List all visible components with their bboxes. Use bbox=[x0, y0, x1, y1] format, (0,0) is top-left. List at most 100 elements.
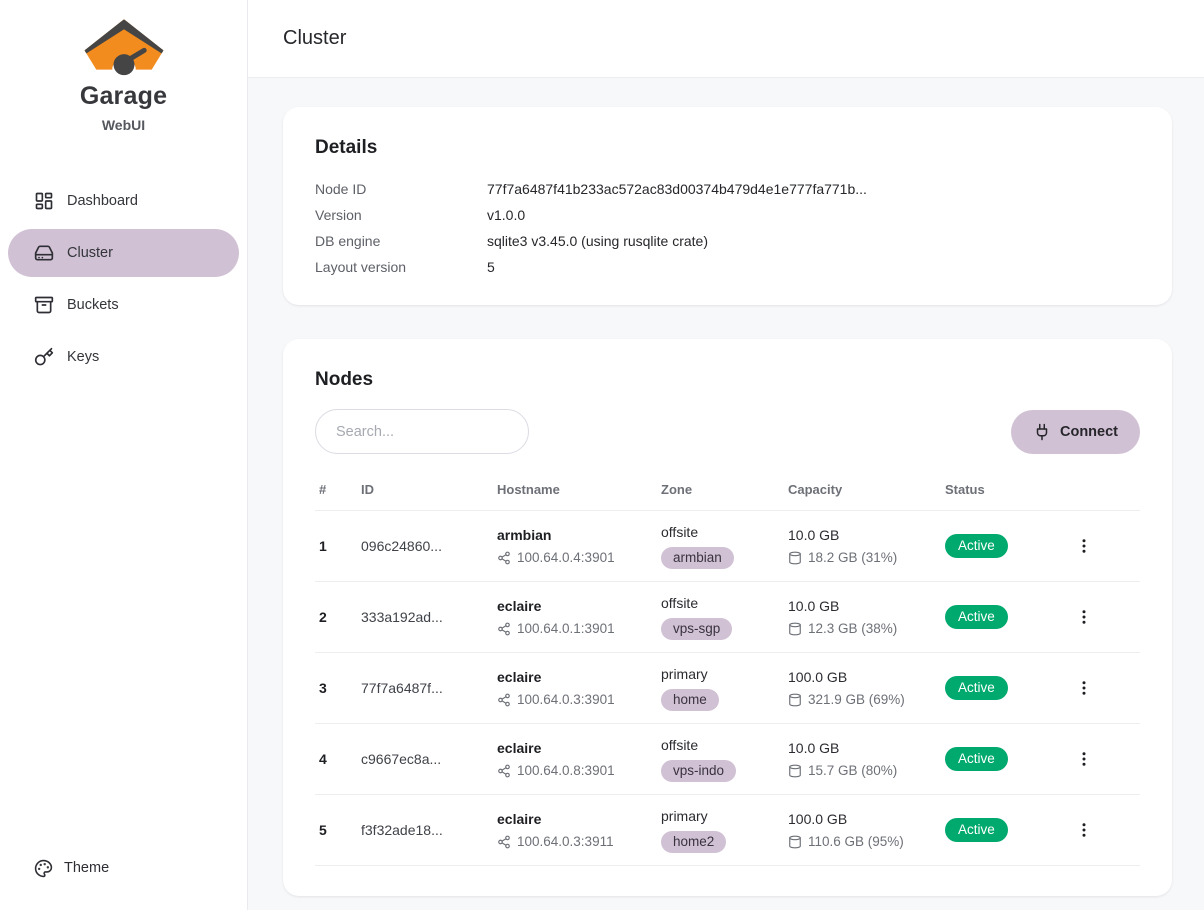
node-number: 1 bbox=[315, 511, 357, 582]
kebab-menu-icon bbox=[1075, 750, 1093, 768]
brand-name: Garage bbox=[12, 82, 235, 111]
node-zone: primary bbox=[661, 665, 780, 684]
detail-row: Node ID 77f7a6487f41b233ac572ac83d00374b… bbox=[315, 181, 1140, 197]
sidebar-item-buckets[interactable]: Buckets bbox=[8, 281, 239, 329]
node-number: 4 bbox=[315, 724, 357, 795]
sidebar-item-label: Cluster bbox=[67, 245, 113, 261]
node-hostname: eclaire bbox=[497, 597, 653, 616]
sidebar-item-label: Buckets bbox=[67, 297, 119, 313]
database-icon bbox=[788, 551, 802, 565]
row-actions-menu-button[interactable] bbox=[1071, 533, 1097, 559]
row-actions-menu-button[interactable] bbox=[1071, 817, 1097, 843]
database-icon bbox=[788, 693, 802, 707]
plug-icon bbox=[1033, 423, 1051, 441]
node-usage: 321.9 GB (69%) bbox=[808, 691, 905, 708]
node-usage-row: 321.9 GB (69%) bbox=[788, 691, 937, 708]
node-zone: offsite bbox=[661, 523, 780, 542]
zone-tag-badge: armbian bbox=[661, 547, 734, 569]
detail-value: 5 bbox=[487, 259, 495, 275]
key-icon bbox=[34, 347, 54, 367]
brand: Garage WebUI bbox=[0, 0, 247, 143]
detail-label: Node ID bbox=[315, 181, 487, 197]
table-row: 2 333a192ad... eclaire 100.64.0.1:3901 bbox=[315, 582, 1140, 653]
table-row: 4 c9667ec8a... eclaire 100.64.0.8:3901 bbox=[315, 724, 1140, 795]
row-actions-menu-button[interactable] bbox=[1071, 746, 1097, 772]
node-usage-row: 18.2 GB (31%) bbox=[788, 549, 937, 566]
node-address-row: 100.64.0.3:3901 bbox=[497, 691, 653, 708]
detail-row: Layout version 5 bbox=[315, 259, 1140, 275]
status-badge: Active bbox=[945, 676, 1008, 700]
main-area: Cluster Details Node ID 77f7a6487f41b233… bbox=[248, 0, 1204, 910]
node-address-row: 100.64.0.1:3901 bbox=[497, 620, 653, 637]
sidebar-item-label: Dashboard bbox=[67, 193, 138, 209]
column-header-status: Status bbox=[941, 468, 1067, 511]
nodes-card: Nodes Connect # ID bbox=[283, 339, 1172, 896]
row-actions-menu-button[interactable] bbox=[1071, 604, 1097, 630]
column-header-num: # bbox=[315, 468, 357, 511]
node-address: 100.64.0.1:3901 bbox=[517, 620, 615, 637]
node-id: f3f32ade18... bbox=[357, 795, 493, 866]
details-card: Details Node ID 77f7a6487f41b233ac572ac8… bbox=[283, 107, 1172, 305]
sidebar: Garage WebUI Dashboard Cluster Buckets bbox=[0, 0, 248, 910]
detail-row: DB engine sqlite3 v3.45.0 (using rusqlit… bbox=[315, 233, 1140, 249]
zone-tag-badge: vps-indo bbox=[661, 760, 736, 782]
column-header-hostname: Hostname bbox=[493, 468, 657, 511]
dashboard-icon bbox=[34, 191, 54, 211]
detail-label: DB engine bbox=[315, 233, 487, 249]
node-zone: primary bbox=[661, 807, 780, 826]
sidebar-item-label: Keys bbox=[67, 349, 99, 365]
nodes-table: # ID Hostname Zone Capacity Status 1 bbox=[315, 468, 1140, 866]
sidebar-item-dashboard[interactable]: Dashboard bbox=[8, 177, 239, 225]
node-address-row: 100.64.0.4:3901 bbox=[497, 549, 653, 566]
node-zone: offsite bbox=[661, 594, 780, 613]
node-id: c9667ec8a... bbox=[357, 724, 493, 795]
node-capacity: 100.0 GB bbox=[788, 668, 937, 687]
details-title: Details bbox=[315, 137, 1140, 159]
page-title: Cluster bbox=[283, 27, 346, 50]
archive-icon bbox=[34, 295, 54, 315]
node-hostname: eclaire bbox=[497, 739, 653, 758]
status-badge: Active bbox=[945, 747, 1008, 771]
zone-tag-badge: home bbox=[661, 689, 719, 711]
detail-label: Version bbox=[315, 207, 487, 223]
database-icon bbox=[788, 622, 802, 636]
node-usage: 15.7 GB (80%) bbox=[808, 762, 897, 779]
theme-button[interactable]: Theme bbox=[8, 846, 135, 890]
sidebar-item-keys[interactable]: Keys bbox=[8, 333, 239, 381]
node-usage: 110.6 GB (95%) bbox=[808, 833, 904, 850]
sidebar-menu: Dashboard Cluster Buckets Keys bbox=[0, 177, 247, 846]
sidebar-item-cluster[interactable]: Cluster bbox=[8, 229, 239, 277]
search-input[interactable] bbox=[315, 409, 529, 454]
node-usage: 12.3 GB (38%) bbox=[808, 620, 897, 637]
node-id: 333a192ad... bbox=[357, 582, 493, 653]
connect-button-label: Connect bbox=[1060, 424, 1118, 440]
node-usage: 18.2 GB (31%) bbox=[808, 549, 897, 566]
brand-subtitle: WebUI bbox=[12, 117, 235, 133]
column-header-id: ID bbox=[357, 468, 493, 511]
node-id: 77f7a6487f... bbox=[357, 653, 493, 724]
node-address: 100.64.0.3:3911 bbox=[517, 833, 614, 850]
share-icon bbox=[497, 835, 511, 849]
kebab-menu-icon bbox=[1075, 608, 1093, 626]
node-address: 100.64.0.8:3901 bbox=[517, 762, 615, 779]
node-capacity: 10.0 GB bbox=[788, 526, 937, 545]
hard-drive-icon bbox=[34, 243, 54, 263]
connect-button[interactable]: Connect bbox=[1011, 410, 1140, 454]
column-header-actions bbox=[1067, 468, 1140, 511]
node-capacity: 10.0 GB bbox=[788, 597, 937, 616]
node-usage-row: 12.3 GB (38%) bbox=[788, 620, 937, 637]
nodes-table-body: 1 096c24860... armbian 100.64.0.4:3901 bbox=[315, 511, 1140, 866]
content: Details Node ID 77f7a6487f41b233ac572ac8… bbox=[248, 78, 1204, 910]
node-usage-row: 110.6 GB (95%) bbox=[788, 833, 937, 850]
node-zone: offsite bbox=[661, 736, 780, 755]
detail-row: Version v1.0.0 bbox=[315, 207, 1140, 223]
detail-value: 77f7a6487f41b233ac572ac83d00374b479d4e1e… bbox=[487, 181, 867, 197]
zone-tag-badge: home2 bbox=[661, 831, 726, 853]
zone-tag-badge: vps-sgp bbox=[661, 618, 732, 640]
node-capacity: 100.0 GB bbox=[788, 810, 937, 829]
node-number: 5 bbox=[315, 795, 357, 866]
node-hostname: eclaire bbox=[497, 810, 653, 829]
detail-value: sqlite3 v3.45.0 (using rusqlite crate) bbox=[487, 233, 708, 249]
row-actions-menu-button[interactable] bbox=[1071, 675, 1097, 701]
database-icon bbox=[788, 764, 802, 778]
